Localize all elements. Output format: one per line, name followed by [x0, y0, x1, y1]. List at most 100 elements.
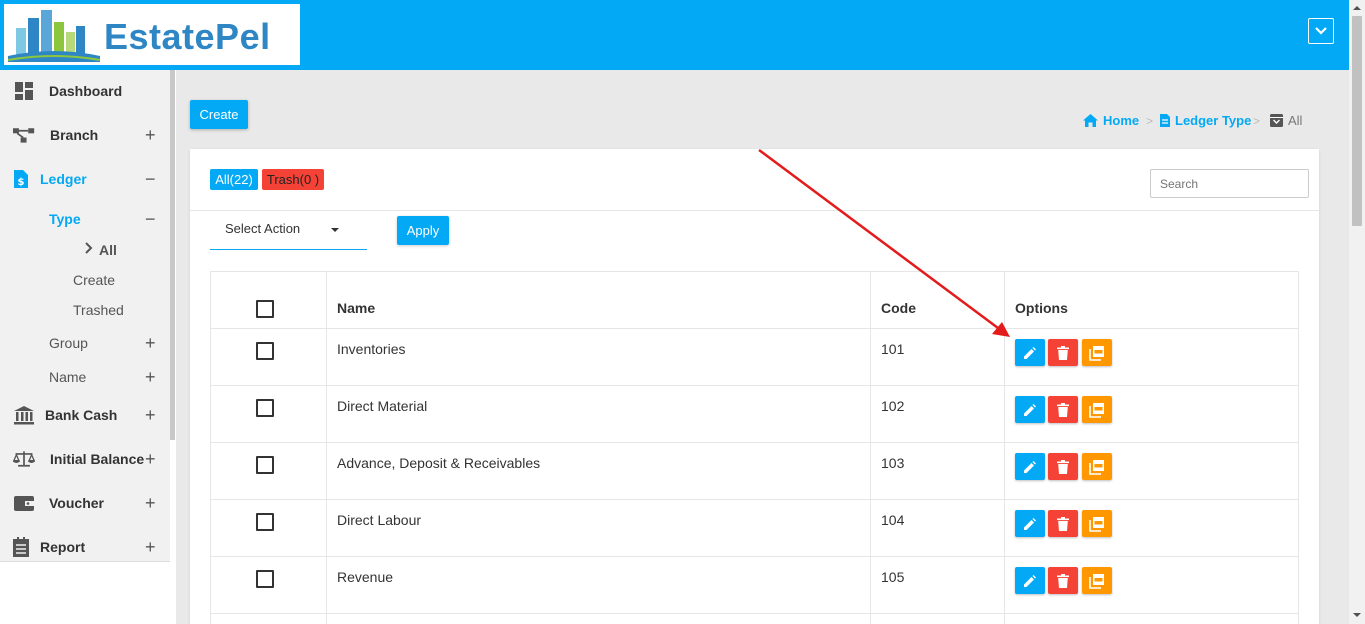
edit-button[interactable]	[1015, 396, 1045, 423]
breadcrumb-home[interactable]: Home	[1083, 113, 1139, 128]
expand-plus-icon[interactable]: +	[145, 450, 156, 468]
row-checkbox[interactable]	[256, 456, 274, 474]
brand-name: EstatePel	[104, 16, 271, 57]
header-dropdown-toggle[interactable]	[1308, 18, 1334, 44]
pdf-button[interactable]	[1082, 396, 1112, 423]
delete-button[interactable]	[1048, 567, 1078, 594]
sidebar-item-voucher[interactable]: Voucher +	[0, 488, 170, 518]
filter-all-badge[interactable]: All(22)	[210, 169, 258, 190]
table-row: Revenue 105	[211, 557, 1298, 614]
delete-button[interactable]	[1048, 510, 1078, 537]
expand-plus-icon[interactable]: +	[145, 368, 156, 386]
home-icon	[1083, 114, 1098, 127]
select-all-checkbox[interactable]	[256, 300, 274, 318]
apply-button[interactable]: Apply	[397, 216, 449, 245]
delete-button[interactable]	[1048, 396, 1078, 423]
chevron-right-icon	[84, 241, 94, 259]
page-scrollbar[interactable]	[1349, 0, 1365, 624]
pdf-icon	[1089, 516, 1104, 532]
app-logo[interactable]: EstatePel	[4, 4, 300, 65]
column-header-code: Code	[881, 300, 916, 316]
pdf-button[interactable]	[1082, 567, 1112, 594]
trash-icon	[1057, 573, 1069, 588]
svg-text:$: $	[18, 177, 25, 188]
edit-button[interactable]	[1015, 339, 1045, 366]
sidebar-item-report[interactable]: Report +	[0, 532, 170, 562]
scroll-down-arrow-icon	[1353, 613, 1361, 617]
sidebar-item-type-trashed[interactable]: Trashed	[0, 295, 170, 325]
pencil-icon	[1024, 460, 1036, 473]
sidebar-scrollbar[interactable]	[170, 70, 175, 440]
ledger-invoice-icon: $	[10, 169, 32, 189]
pdf-button[interactable]	[1082, 510, 1112, 537]
row-name: Direct Material	[337, 398, 428, 414]
edit-button[interactable]	[1015, 453, 1045, 480]
breadcrumb-current: All	[1270, 113, 1302, 128]
row-checkbox[interactable]	[256, 342, 274, 360]
chevron-down-icon	[1315, 27, 1327, 35]
pencil-icon	[1024, 574, 1036, 587]
collapse-minus-icon[interactable]: −	[145, 210, 156, 228]
expand-plus-icon[interactable]: +	[145, 334, 156, 352]
row-checkbox[interactable]	[256, 513, 274, 531]
bulk-action-select-value: Select Action	[225, 221, 301, 236]
sidebar-item-ledger-name[interactable]: Name +	[0, 362, 170, 392]
sidebar-label-initial-balance: Initial Balance	[50, 451, 145, 467]
breadcrumb-home-label: Home	[1103, 113, 1140, 128]
archive-box-icon	[1270, 114, 1283, 127]
sidebar-label-voucher: Voucher	[49, 495, 104, 511]
row-name: Direct Labour	[337, 512, 422, 528]
pdf-button[interactable]	[1082, 453, 1112, 480]
pencil-icon	[1024, 517, 1036, 530]
filter-trash-badge[interactable]: Trash(0 )	[262, 169, 324, 190]
page-scrollbar-thumb[interactable]	[1352, 16, 1362, 226]
top-header: EstatePel	[0, 0, 1349, 70]
sidebar-item-dashboard[interactable]: Dashboard	[0, 76, 170, 106]
edit-button[interactable]	[1015, 510, 1045, 537]
row-code: 105	[881, 569, 905, 585]
breadcrumb-separator: >	[1253, 114, 1261, 128]
sidebar: Dashboard Branch + $ Ledger − Type − All	[0, 70, 176, 624]
row-checkbox[interactable]	[256, 399, 274, 417]
sidebar-label-type: Type	[49, 211, 81, 227]
delete-button[interactable]	[1048, 453, 1078, 480]
sidebar-label-group: Group	[49, 335, 88, 351]
bank-icon	[13, 405, 35, 425]
pdf-icon	[1089, 573, 1104, 589]
pencil-icon	[1024, 346, 1036, 359]
report-document-icon	[10, 537, 32, 557]
wallet-icon	[13, 493, 35, 513]
bulk-action-select[interactable]: Select Action	[210, 216, 367, 250]
edit-button[interactable]	[1015, 567, 1045, 594]
delete-button[interactable]	[1048, 339, 1078, 366]
expand-plus-icon[interactable]: +	[145, 126, 156, 144]
sidebar-label-create: Create	[73, 272, 116, 288]
caret-down-icon	[331, 228, 339, 232]
row-code: 103	[881, 455, 905, 471]
breadcrumb-ledger-type[interactable]: Ledger Type	[1160, 113, 1251, 128]
pencil-icon	[1024, 403, 1036, 416]
row-code: 102	[881, 398, 905, 414]
collapse-minus-icon[interactable]: −	[145, 170, 156, 188]
table-row: Direct Labour 104	[211, 500, 1298, 557]
city-buildings-icon	[7, 10, 101, 62]
pdf-icon	[1089, 459, 1104, 475]
sidebar-item-ledger-type[interactable]: Type −	[0, 204, 170, 234]
branch-icon	[13, 125, 35, 145]
trash-icon	[1057, 345, 1069, 360]
sidebar-item-bank-cash[interactable]: Bank Cash +	[0, 400, 170, 430]
create-button[interactable]: Create	[190, 100, 248, 129]
sidebar-item-branch[interactable]: Branch +	[0, 120, 170, 150]
sidebar-item-initial-balance[interactable]: Initial Balance +	[0, 444, 170, 474]
sidebar-item-type-create[interactable]: Create	[0, 265, 170, 295]
search-input[interactable]	[1150, 169, 1309, 198]
table-row: Advance, Deposit & Receivables 103	[211, 443, 1298, 500]
pdf-button[interactable]	[1082, 339, 1112, 366]
sidebar-item-type-all[interactable]: All	[0, 235, 170, 265]
expand-plus-icon[interactable]: +	[145, 406, 156, 424]
row-checkbox[interactable]	[256, 570, 274, 588]
expand-plus-icon[interactable]: +	[145, 538, 156, 556]
sidebar-item-ledger-group[interactable]: Group +	[0, 328, 170, 358]
sidebar-item-ledger[interactable]: $ Ledger −	[0, 164, 170, 194]
expand-plus-icon[interactable]: +	[145, 494, 156, 512]
